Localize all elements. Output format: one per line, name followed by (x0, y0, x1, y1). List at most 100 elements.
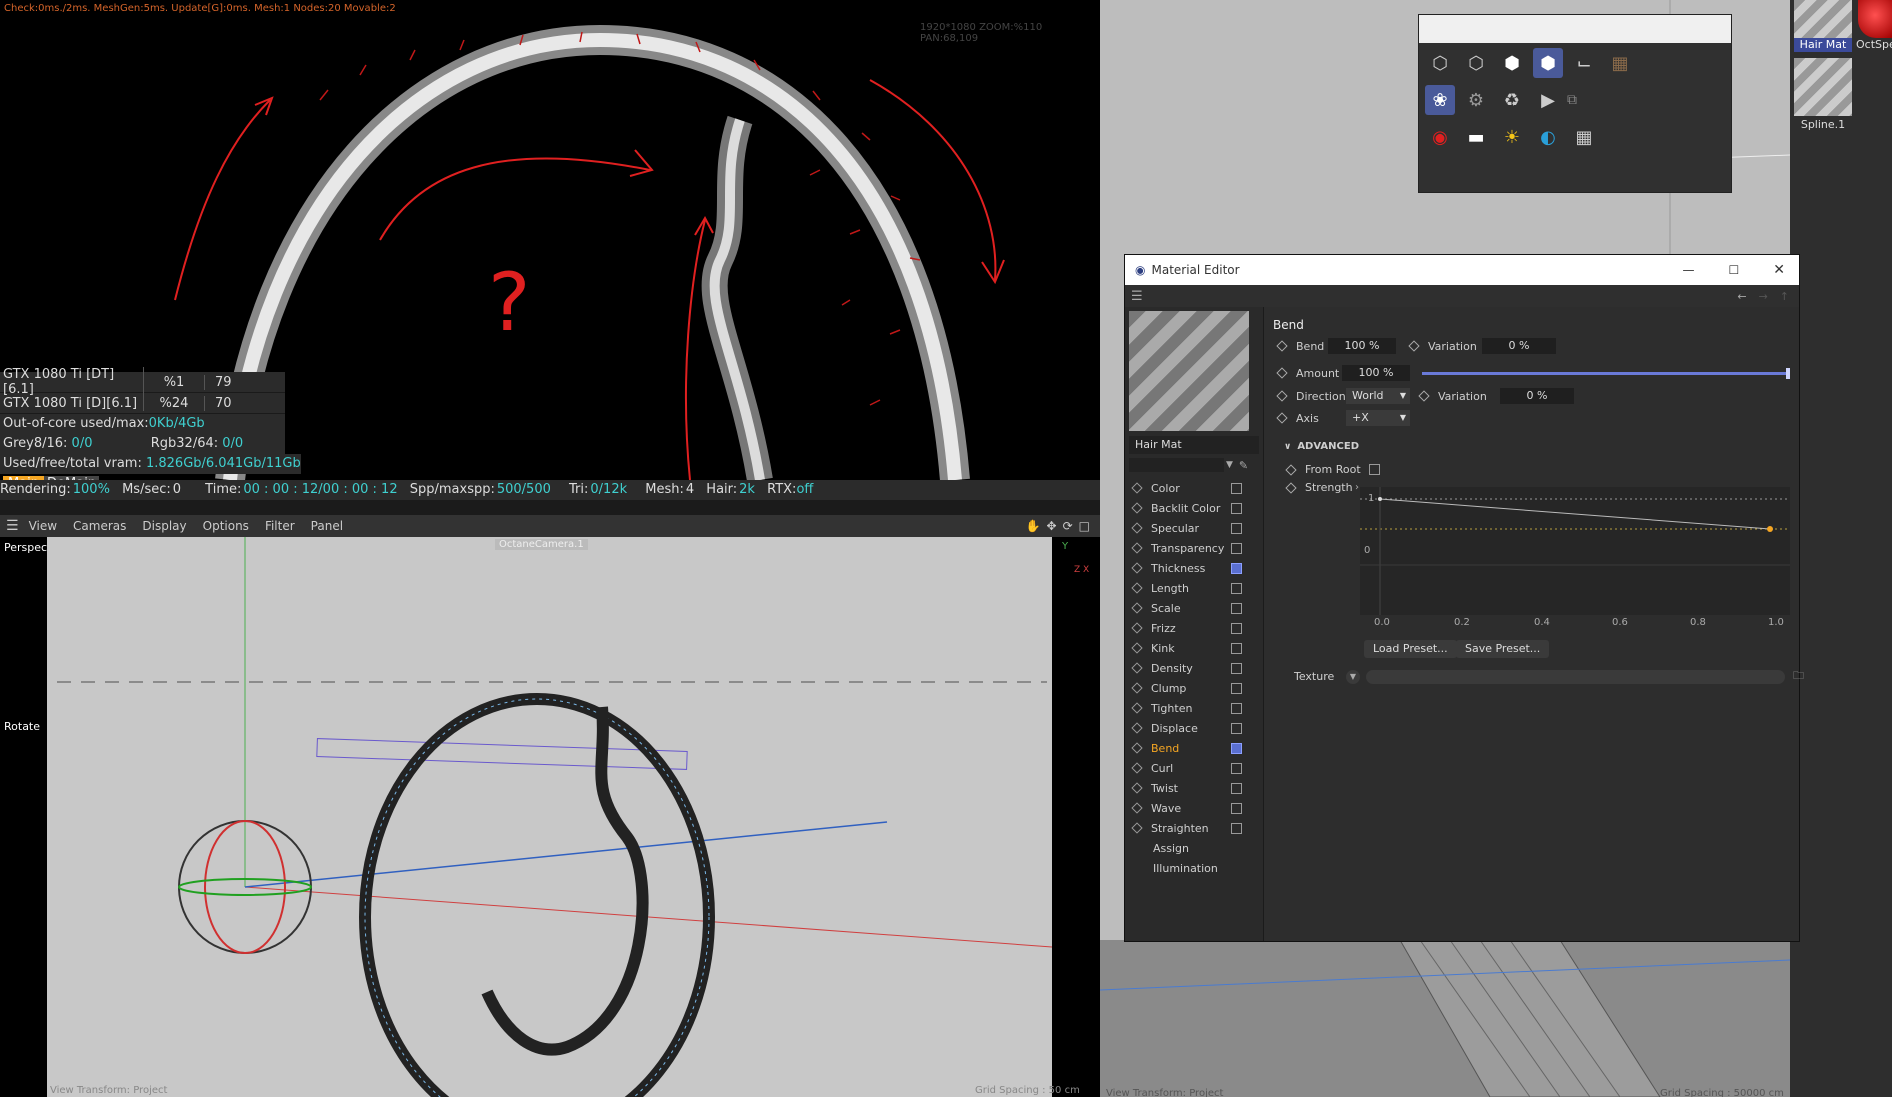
film-settings-icon[interactable]: ♻ (1497, 85, 1527, 115)
keyframe-diamond-icon[interactable] (1131, 822, 1143, 834)
advanced-group-header[interactable]: ∨ ADVANCED (1284, 441, 1359, 452)
keyframe-diamond-icon[interactable] (1131, 782, 1143, 794)
channel-item[interactable]: Frizz (1125, 618, 1263, 638)
keyframe-diamond-icon[interactable] (1131, 502, 1143, 514)
variation-field[interactable]: 0 % (1482, 338, 1556, 354)
channel-checkbox[interactable] (1231, 742, 1242, 754)
material-thumb-spline[interactable] (1794, 58, 1852, 116)
channel-checkbox[interactable] (1231, 722, 1242, 734)
toolbar-titlebar[interactable] (1419, 15, 1731, 43)
keyframe-diamond-icon[interactable] (1131, 482, 1143, 494)
aperture-icon[interactable]: ❀ (1425, 85, 1455, 115)
channel-item[interactable]: Kink (1125, 638, 1263, 658)
keyframe-diamond-icon[interactable] (1285, 481, 1297, 494)
material-label[interactable]: Hair Mat (1794, 38, 1852, 52)
channel-item[interactable]: Bend (1125, 738, 1263, 758)
keyframe-diamond-icon[interactable] (1276, 412, 1288, 424)
channel-item[interactable]: Straighten (1125, 818, 1263, 838)
texture-slot[interactable] (1366, 669, 1785, 684)
folder-icon[interactable]: 🗀 (1793, 667, 1804, 686)
hamburger-icon[interactable]: ☰ (6, 518, 19, 534)
material-label[interactable]: OctSpe (1856, 38, 1892, 52)
octane-render-view[interactable]: ? Check:0ms./2ms. MeshGen:5ms. Update[G]… (0, 0, 1100, 490)
keyframe-diamond-icon[interactable] (1131, 742, 1143, 754)
keyframe-diamond-icon[interactable] (1131, 642, 1143, 654)
keyframe-diamond-icon[interactable] (1408, 340, 1420, 352)
keyframe-diamond-icon[interactable] (1131, 602, 1143, 614)
keyframe-diamond-icon[interactable] (1131, 662, 1143, 674)
channel-checkbox[interactable] (1231, 702, 1242, 714)
maximize-window-icon[interactable]: ☐ (1729, 263, 1740, 277)
keyframe-diamond-icon[interactable] (1131, 762, 1143, 774)
channel-checkbox[interactable] (1231, 582, 1242, 594)
direction-dropdown[interactable]: World ▼ (1346, 388, 1410, 404)
menu-panel[interactable]: Panel (311, 519, 343, 533)
rotate-icon[interactable]: ⟳ (1063, 519, 1073, 533)
keyframe-diamond-icon[interactable] (1131, 702, 1143, 714)
menu-view[interactable]: View (29, 519, 57, 533)
load-preset-button[interactable]: Load Preset... (1364, 640, 1457, 658)
keyframe-diamond-icon[interactable] (1131, 802, 1143, 814)
minimize-icon[interactable]: — (1683, 263, 1695, 277)
channel-item[interactable]: Curl (1125, 758, 1263, 778)
channel-item[interactable]: Backlit Color (1125, 498, 1263, 518)
channel-checkbox[interactable] (1231, 502, 1242, 514)
strength-curve-editor[interactable] (1360, 487, 1790, 615)
move-icon[interactable]: ✥ (1047, 519, 1057, 533)
channel-item[interactable]: Color (1125, 478, 1263, 498)
maximize-icon[interactable]: □ (1079, 519, 1090, 533)
cube-half-icon[interactable]: ⬢ (1497, 48, 1527, 78)
cube-solid-icon[interactable]: ⬢ (1533, 48, 1563, 78)
amount-slider-thumb[interactable] (1786, 367, 1790, 379)
menu-display[interactable]: Display (142, 519, 186, 533)
close-icon[interactable]: ✕ (1773, 262, 1785, 278)
channel-item[interactable]: Scale (1125, 598, 1263, 618)
menu-filter[interactable]: Filter (265, 519, 295, 533)
cube-outline-icon[interactable]: ⬡ (1461, 48, 1491, 78)
material-thumb-hair-mat[interactable] (1794, 0, 1852, 38)
keyframe-diamond-icon[interactable] (1418, 390, 1430, 402)
layer-dropdown[interactable] (1129, 458, 1224, 472)
variation2-field[interactable]: 0 % (1500, 388, 1574, 404)
forward-arrow-icon[interactable]: → (1759, 290, 1768, 303)
channel-assign[interactable]: Assign (1125, 838, 1263, 858)
chevron-right-icon[interactable]: › (1355, 482, 1359, 493)
channel-item[interactable]: Wave (1125, 798, 1263, 818)
material-thumb-octspec[interactable] (1858, 0, 1892, 38)
material-editor-titlebar[interactable]: ◉ Material Editor — ☐ ✕ (1125, 255, 1799, 285)
channel-item[interactable]: Twist (1125, 778, 1263, 798)
keyframe-diamond-icon[interactable] (1131, 722, 1143, 734)
channel-item[interactable]: Displace (1125, 718, 1263, 738)
external-link-icon[interactable]: ⧉ (1557, 85, 1587, 115)
keyframe-diamond-icon[interactable] (1276, 367, 1288, 379)
channel-checkbox[interactable] (1231, 642, 1242, 654)
channel-item[interactable]: Density (1125, 658, 1263, 678)
material-label[interactable]: Spline.1 (1794, 118, 1852, 132)
channel-item[interactable]: Clump (1125, 678, 1263, 698)
3d-viewport[interactable]: Perspective Rotate OctaneCamera.1 Y Z X … (0, 537, 1100, 1097)
keyframe-diamond-icon[interactable] (1131, 622, 1143, 634)
channel-checkbox[interactable] (1231, 662, 1242, 674)
material-name-field[interactable]: Hair Mat (1129, 436, 1259, 454)
hamburger-icon[interactable]: ☰ (1131, 289, 1143, 304)
bend-field[interactable]: 100 % (1328, 338, 1396, 354)
amount-slider[interactable] (1422, 367, 1790, 379)
channel-checkbox[interactable] (1231, 482, 1242, 494)
sun-icon[interactable]: ☀ (1497, 122, 1527, 152)
hexagon-icon[interactable]: ⬡ (1425, 48, 1455, 78)
channel-checkbox[interactable] (1231, 542, 1242, 554)
amount-field[interactable]: 100 % (1342, 365, 1410, 381)
keyframe-diamond-icon[interactable] (1131, 582, 1143, 594)
channel-item[interactable]: Specular (1125, 518, 1263, 538)
eyedropper-icon[interactable]: ✎ (1239, 459, 1248, 472)
channel-item[interactable]: Thickness (1125, 558, 1263, 578)
pan-icon[interactable]: ✋ (1026, 519, 1041, 533)
back-arrow-icon[interactable]: ← (1737, 290, 1746, 303)
channel-item[interactable]: Length (1125, 578, 1263, 598)
from-root-checkbox[interactable] (1369, 464, 1380, 475)
gear-icon[interactable]: ⚙ (1461, 85, 1491, 115)
channel-checkbox[interactable] (1231, 622, 1242, 634)
area-light-icon[interactable]: ▬ (1461, 122, 1491, 152)
channel-checkbox[interactable] (1231, 822, 1242, 834)
channel-checkbox[interactable] (1231, 782, 1242, 794)
